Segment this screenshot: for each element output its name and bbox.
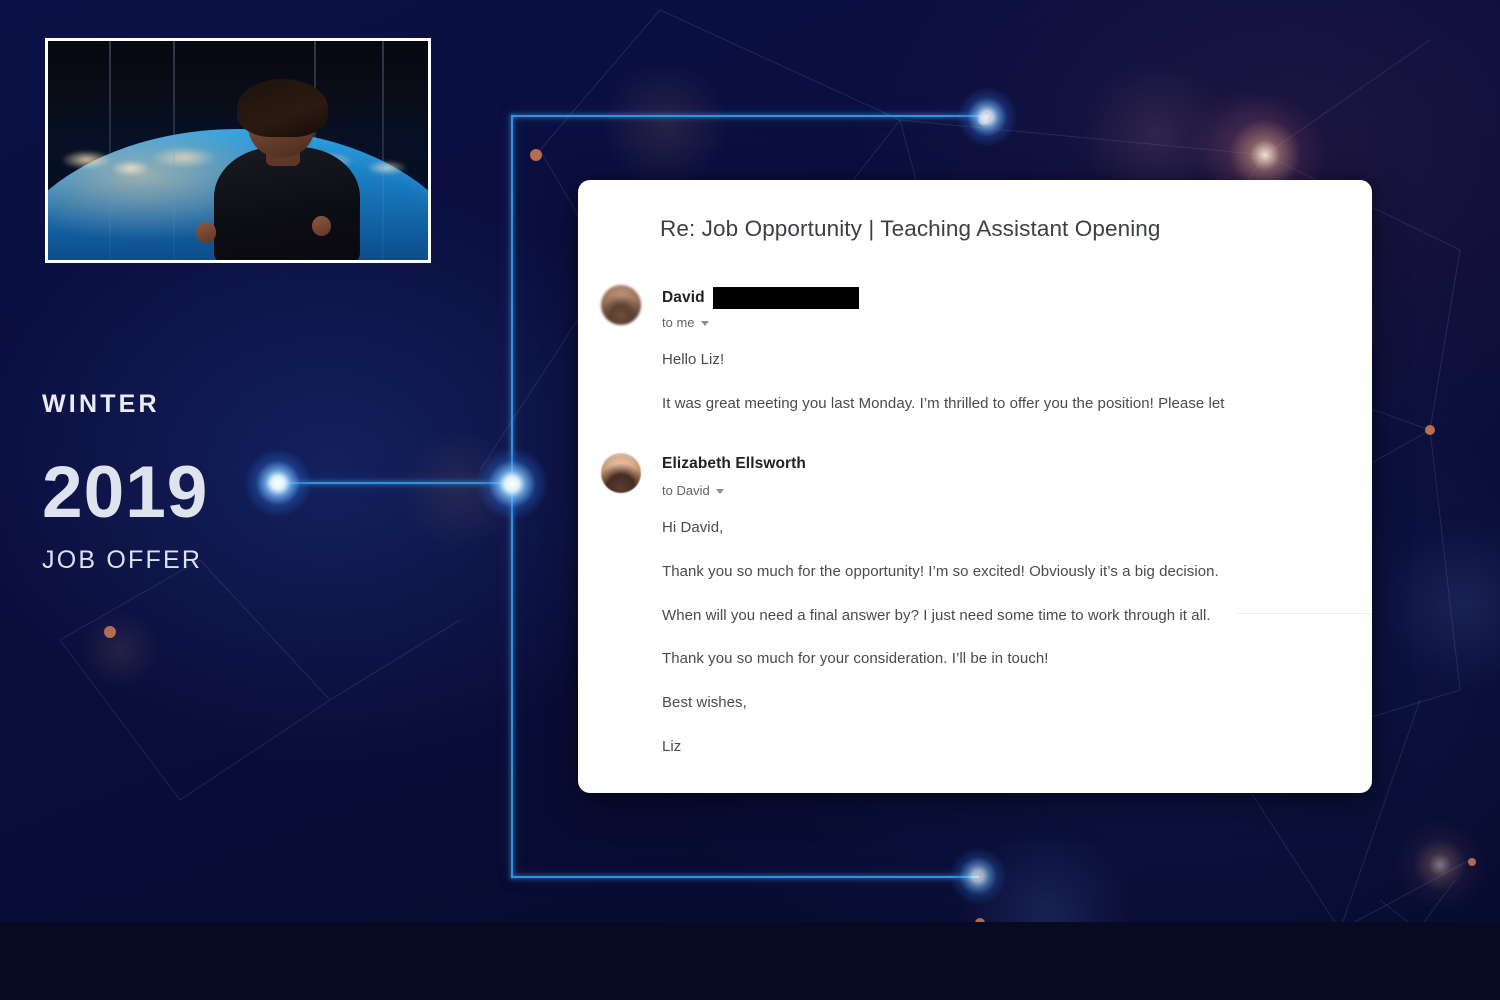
timeline-bracket-bottom [511, 876, 979, 878]
timeline-caption: WINTER 2019 JOB OFFER [42, 392, 422, 573]
message-paragraph: Hi David, [662, 519, 724, 536]
recipient-row[interactable]: to me [662, 315, 709, 330]
message-body: Hi David, Thank you so much for the oppo… [662, 517, 1322, 758]
stage-screen-seam [108, 41, 111, 260]
message-paragraph: Liz [662, 737, 682, 755]
letterbox-bar [0, 922, 1500, 1000]
sender-name: David [662, 289, 705, 306]
sender-row: David [662, 287, 859, 309]
stage-screen-seam [173, 41, 176, 260]
caption-year: 2019 [42, 452, 209, 533]
chevron-down-icon[interactable] [715, 489, 724, 494]
timeline-node-junction [477, 449, 547, 519]
david-avatar[interactable] [601, 285, 641, 325]
recipient-label: to David [662, 483, 710, 498]
sender-name: Elizabeth Ellsworth [662, 455, 807, 472]
email-card: Re: Job Opportunity | Teaching Assistant… [578, 180, 1372, 793]
message-paragraph: Thank you so much for your consideration… [662, 650, 1049, 668]
elizabeth-avatar[interactable] [601, 453, 641, 493]
email-subject: Re: Job Opportunity | Teaching Assistant… [660, 216, 1161, 241]
video-thumbnail[interactable] [45, 38, 431, 263]
thumbnail-scene [48, 41, 428, 260]
sender-row: Elizabeth Ellsworth [662, 455, 806, 473]
starburst-glow [1395, 820, 1485, 910]
message-body: Hello Liz! It was great meeting you last… [662, 349, 1322, 415]
message-paragraph: Thank you so much for the opportunity! I… [662, 562, 1219, 580]
recipient-row[interactable]: to David [662, 483, 724, 498]
message-paragraph: When will you need a final answer by? I … [662, 606, 1211, 624]
speaker-figure [196, 78, 363, 260]
message-paragraph: Hello Liz! [662, 351, 725, 368]
caption-season: WINTER [42, 390, 160, 418]
redaction-bar [712, 287, 859, 309]
chevron-down-icon[interactable] [700, 321, 709, 326]
speaker-hair [237, 78, 329, 137]
speaker-hand [196, 222, 216, 243]
caption-event: JOB OFFER [42, 546, 203, 574]
message-paragraph: It was great meeting you last Monday. I’… [662, 394, 1225, 412]
timeline-node-top-end [958, 88, 1016, 146]
message-paragraph: Best wishes, [662, 694, 747, 711]
recipient-label: to me [662, 315, 695, 330]
timeline-node-bottom-end [950, 848, 1006, 904]
timeline-bracket-top [511, 115, 989, 117]
stage-screen-seam [382, 41, 385, 260]
